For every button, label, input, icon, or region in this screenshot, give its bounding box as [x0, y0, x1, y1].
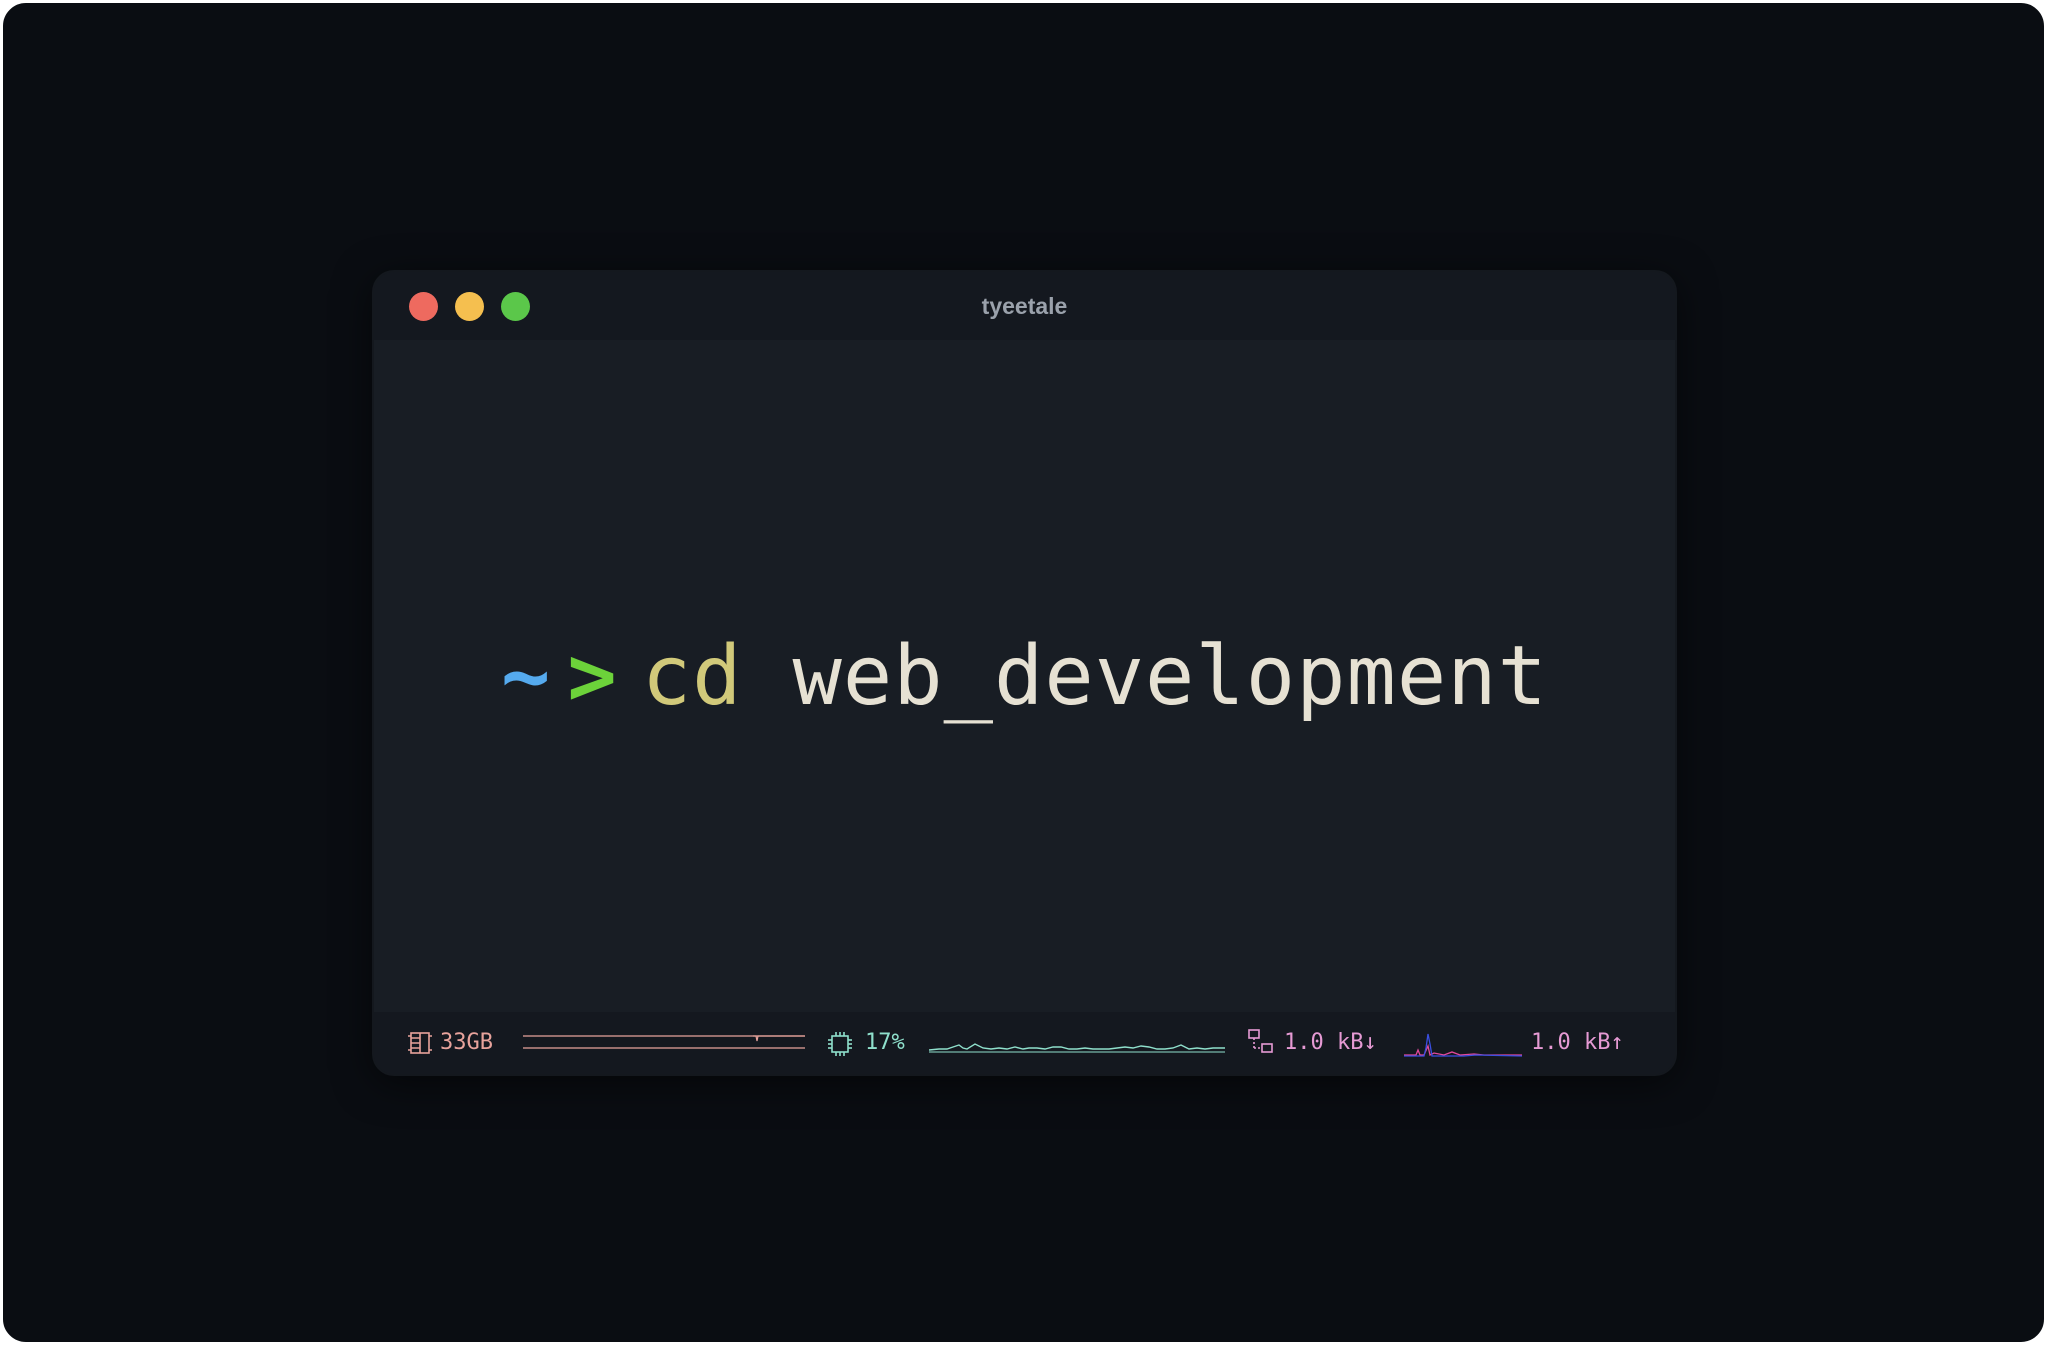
- network-graph: [1404, 1033, 1522, 1057]
- title-bar: tyeetale: [374, 272, 1675, 340]
- network-up-value: 1.0 kB↑: [1531, 1030, 1624, 1055]
- prompt-arrow: >: [567, 628, 618, 724]
- cpu-value: 17%: [865, 1030, 905, 1055]
- command-argument: web_development: [792, 628, 1549, 724]
- command-line: ~ > cd web_development: [374, 340, 1675, 1012]
- network-icon: [1248, 1029, 1273, 1053]
- terminal-content[interactable]: ~ > cd web_development: [374, 340, 1675, 1012]
- memory-graph: [523, 1035, 805, 1049]
- terminal-window: tyeetale ~ > cd web_development 33GB 17%…: [374, 272, 1675, 1074]
- memory-icon: [408, 1032, 432, 1054]
- memory-value: 33GB: [440, 1030, 493, 1055]
- network-down-value: 1.0 kB↓: [1284, 1030, 1377, 1055]
- prompt-home: ~: [500, 628, 552, 724]
- window-title: tyeetale: [981, 293, 1068, 319]
- cpu-graph: [929, 1043, 1225, 1053]
- command-text: cd: [641, 628, 743, 724]
- status-bar: 33GB 17% 1.0 kB↓ 1.0 kB↑: [374, 1012, 1675, 1074]
- cpu-icon: [828, 1032, 852, 1056]
